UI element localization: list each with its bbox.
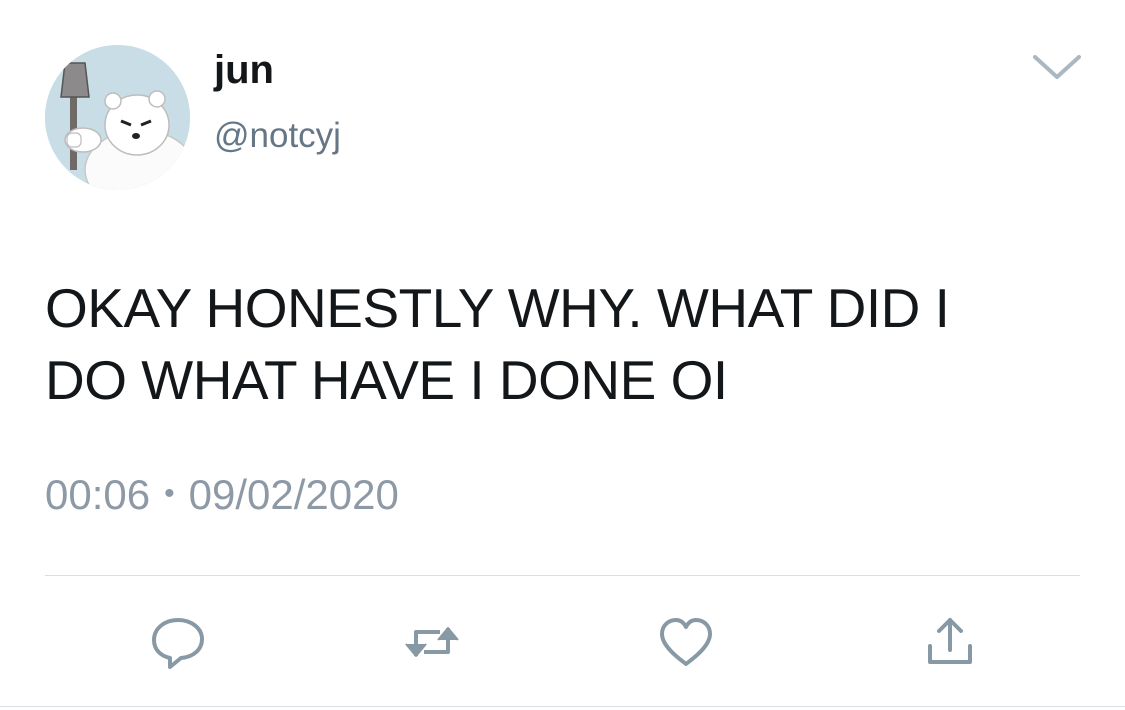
share-icon: [928, 618, 972, 664]
display-name[interactable]: jun: [214, 50, 274, 90]
reply-icon: [152, 618, 204, 669]
divider: [45, 575, 1080, 576]
tweet-text: OKAY HONESTLY WHY. WHAT DID I DO WHAT HA…: [45, 277, 950, 411]
retweet-button[interactable]: [402, 612, 462, 672]
user-handle[interactable]: @notcyj: [214, 118, 341, 153]
separator-dot: •: [164, 477, 175, 510]
tweet-date: 09/02/2020: [188, 471, 399, 518]
share-button[interactable]: [920, 612, 980, 672]
bottom-divider: [0, 706, 1125, 707]
like-button[interactable]: [656, 612, 716, 672]
tweet-time: 00:06: [45, 471, 151, 518]
polar-bear-avatar-image: [45, 45, 190, 190]
reply-button[interactable]: [148, 612, 208, 672]
like-icon: [660, 618, 712, 666]
tweet-card: jun @notcyj OKAY HONESTLY WHY. WHAT DID …: [0, 0, 1125, 710]
tweet-timestamp[interactable]: 00:06 • 09/02/2020: [45, 474, 399, 516]
avatar[interactable]: [45, 45, 190, 190]
chevron-down-icon[interactable]: [1032, 52, 1082, 82]
retweet-icon: [405, 627, 459, 657]
